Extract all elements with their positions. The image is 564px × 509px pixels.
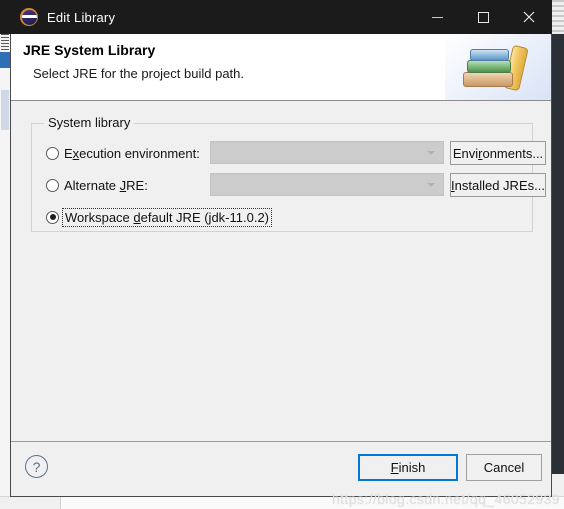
edit-library-dialog: Edit Library JRE System Library Select J… xyxy=(10,0,552,497)
cancel-button[interactable]: Cancel xyxy=(466,454,542,481)
background-left-selection xyxy=(0,52,10,68)
chevron-down-icon xyxy=(427,182,435,187)
dialog-header: JRE System Library Select JRE for the pr… xyxy=(11,34,551,101)
background-bottom-inner xyxy=(60,497,564,509)
close-icon xyxy=(523,11,535,23)
minimize-button[interactable] xyxy=(414,0,460,34)
radio-workspace-default-jre[interactable] xyxy=(46,210,59,224)
finish-button[interactable]: Finish xyxy=(358,454,458,481)
group-label: System library xyxy=(44,115,135,130)
close-button[interactable] xyxy=(506,0,552,34)
option-row-workspace-default-jre: Workspace default JRE (jdk-11.0.2) xyxy=(32,205,532,229)
background-left-toolbar-icon xyxy=(1,34,9,50)
minimize-icon xyxy=(431,16,443,18)
title-bar[interactable]: Edit Library xyxy=(10,0,552,34)
maximize-icon xyxy=(477,11,489,23)
page-title: JRE System Library xyxy=(23,42,156,58)
eclipse-icon xyxy=(20,8,38,26)
combo-execution-environment[interactable] xyxy=(210,141,444,164)
radio-label-workspace-default-jre[interactable]: Workspace default JRE (jdk-11.0.2) xyxy=(61,207,273,227)
chevron-down-icon xyxy=(427,150,435,155)
window-title: Edit Library xyxy=(47,9,116,25)
radio-label-alternate-jre[interactable]: Alternate JRE: xyxy=(64,178,148,193)
radio-alternate-jre[interactable] xyxy=(46,178,59,192)
window-controls xyxy=(414,0,552,34)
maximize-button[interactable] xyxy=(460,0,506,34)
radio-execution-environment[interactable] xyxy=(46,146,59,160)
background-left-scrollbar-thumb xyxy=(1,90,9,130)
radio-label-execution-environment[interactable]: Execution environment: xyxy=(64,146,200,161)
dialog-body: System library Execution environment: En… xyxy=(11,101,551,441)
system-library-group: System library Execution environment: En… xyxy=(31,115,546,232)
combo-alternate-jre[interactable] xyxy=(210,173,444,196)
books-icon xyxy=(461,42,537,94)
background-right-panel xyxy=(552,34,564,474)
help-icon[interactable]: ? xyxy=(25,455,48,478)
environments-button[interactable]: Envi r onments... xyxy=(450,141,546,165)
installed-jres-button[interactable]: Installed JREs... xyxy=(450,173,546,197)
background-left-titlebar xyxy=(0,0,10,34)
dialog-footer: ? Finish Cancel xyxy=(11,441,551,496)
header-banner-art xyxy=(445,34,551,100)
page-subtitle: Select JRE for the project build path. xyxy=(33,66,245,81)
